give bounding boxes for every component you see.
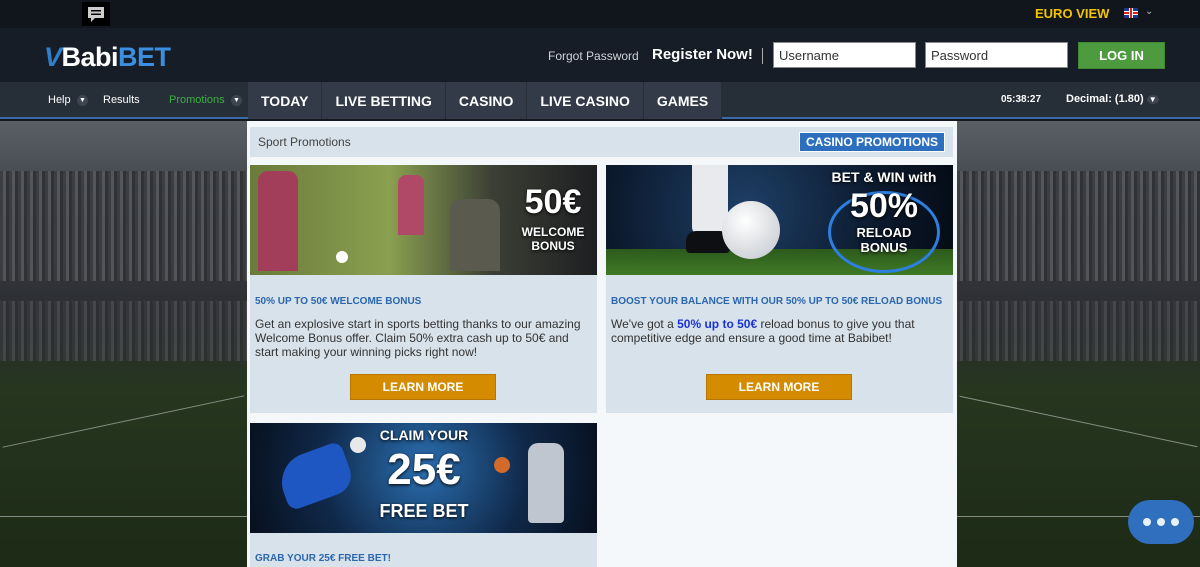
tab-games[interactable]: GAMES: [643, 82, 723, 119]
tab-live-casino[interactable]: LIVE CASINO: [527, 82, 644, 119]
live-chat-button[interactable]: [1128, 500, 1194, 544]
card-title: BOOST YOUR BALANCE WITH OUR 50% UP TO 50…: [611, 296, 943, 307]
login-button[interactable]: LOG IN: [1078, 42, 1165, 69]
promo-card-welcome: 50€ WELCOME BONUS 50% UP TO 50€ WELCOME …: [250, 165, 597, 413]
promotions-panel: Sport Promotions 50€ WELCOME BONUS 50% U…: [247, 121, 957, 567]
card-title: GRAB YOUR 25€ FREE BET!: [255, 553, 391, 564]
username-input[interactable]: [773, 42, 916, 68]
chat-button[interactable]: [82, 2, 110, 26]
card-description: We've got a 50% up to 50€ reload bonus t…: [611, 317, 915, 345]
free-bet-banner[interactable]: CLAIM YOUR 25€ FREE BET: [250, 423, 597, 533]
clock: 05:38:27: [1001, 94, 1042, 105]
header: VBabiBET Forgot Password Register Now! L…: [0, 28, 1200, 82]
nav-promotions[interactable]: Promotions: [169, 94, 225, 106]
chevron-down-icon[interactable]: ▼: [231, 95, 242, 106]
forgot-password-link[interactable]: Forgot Password: [548, 49, 639, 63]
register-link[interactable]: Register Now!: [652, 46, 753, 63]
main-navigation: Help ▼ Results Promotions ▼ TODAY LIVE B…: [0, 82, 1200, 119]
learn-more-button[interactable]: LEARN MORE: [350, 374, 496, 400]
card-description: Get an explosive start in sports betting…: [255, 317, 581, 359]
euro-view-link[interactable]: EURO VIEW: [1035, 6, 1109, 21]
dot-icon: [1143, 518, 1151, 526]
promo-card-free-bet: CLAIM YOUR 25€ FREE BET GRAB YOUR 25€ FR…: [250, 423, 597, 567]
odds-format-selector[interactable]: Decimal: (1.80) ▼: [1066, 93, 1159, 105]
dot-icon: [1157, 518, 1165, 526]
casino-promotions-button[interactable]: CASINO PROMOTIONS: [799, 132, 945, 152]
chat-icon: [88, 7, 104, 22]
page-title: Sport Promotions: [258, 135, 351, 149]
top-bar: EURO VIEW ⌄: [0, 0, 1200, 28]
tab-live-betting[interactable]: LIVE BETTING: [322, 82, 446, 119]
reload-bonus-banner[interactable]: BET & WIN with 50% RELOAD BONUS: [606, 165, 953, 275]
divider: [762, 48, 763, 64]
nav-help[interactable]: Help: [48, 94, 71, 106]
logo[interactable]: VBabiBET: [44, 42, 171, 73]
learn-more-button[interactable]: LEARN MORE: [706, 374, 852, 400]
uk-flag-icon[interactable]: [1124, 8, 1138, 18]
password-input[interactable]: [925, 42, 1068, 68]
chevron-down-icon[interactable]: ▼: [77, 95, 88, 106]
main-nav-tabs: TODAY LIVE BETTING CASINO LIVE CASINO GA…: [248, 82, 723, 119]
promo-card-reload: BET & WIN with 50% RELOAD BONUS BOOST YO…: [606, 165, 953, 413]
logo-mark-icon: V: [44, 42, 62, 72]
chevron-down-icon[interactable]: ⌄: [1145, 6, 1153, 17]
nav-results[interactable]: Results: [103, 94, 140, 106]
tab-today[interactable]: TODAY: [248, 82, 323, 119]
dot-icon: [1171, 518, 1179, 526]
welcome-bonus-banner[interactable]: 50€ WELCOME BONUS: [250, 165, 597, 275]
chevron-down-icon: ▼: [1146, 95, 1159, 104]
card-title: 50% UP TO 50€ WELCOME BONUS: [255, 296, 422, 307]
tab-casino[interactable]: CASINO: [445, 82, 528, 119]
stadium-left-decoration: [0, 121, 247, 567]
